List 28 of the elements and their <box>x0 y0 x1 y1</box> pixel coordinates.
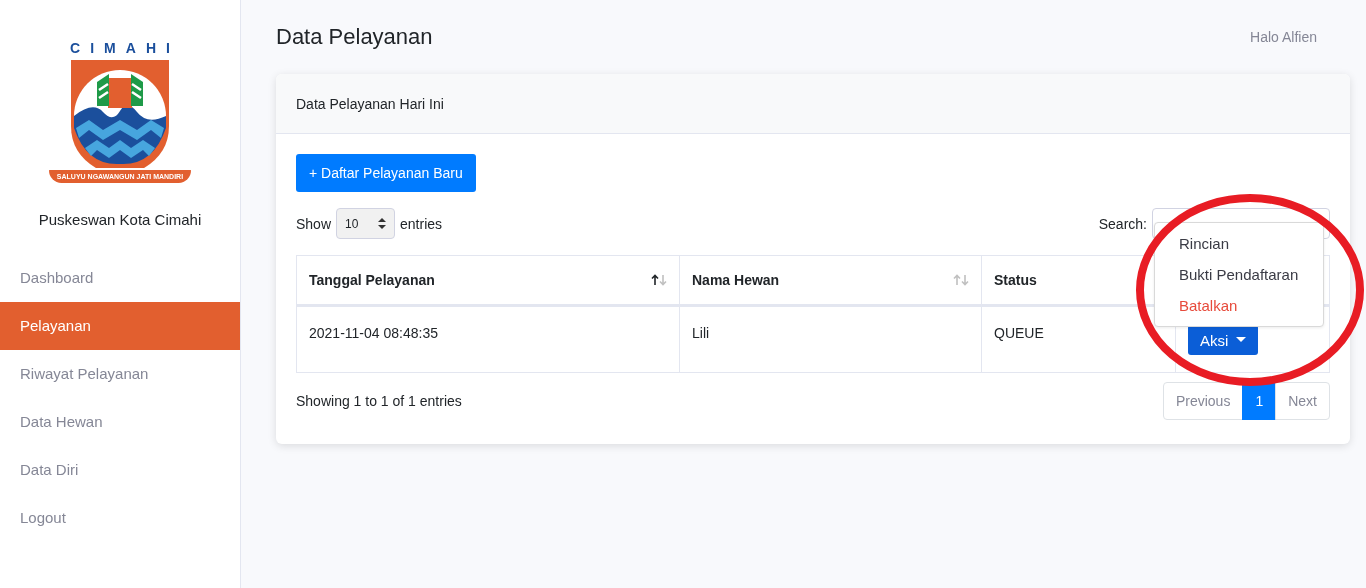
caret-icon <box>1236 337 1247 343</box>
page-title: Data Pelayanan <box>276 24 433 50</box>
sidebar-item[interactable]: Data Diri <box>0 446 240 494</box>
city-name: CIMAHI <box>70 40 180 56</box>
pagination-link[interactable]: Previous <box>1162 382 1244 420</box>
sidebar-item[interactable]: Riwayat Pelayanan <box>0 350 240 398</box>
action-button[interactable]: Aksi <box>1188 325 1259 355</box>
sort-icon[interactable] <box>651 274 667 286</box>
spinner-icon <box>378 218 387 229</box>
column-header[interactable]: Tanggal Pelayanan <box>296 255 680 306</box>
show-label: Show <box>296 215 332 232</box>
sidebar-item[interactable]: Logout <box>0 494 240 542</box>
pagination-link[interactable]: 1 <box>1242 382 1277 420</box>
search-label: Search: <box>1098 215 1147 232</box>
table-cell: Lili <box>679 305 982 373</box>
sidebar-item[interactable]: Dashboard <box>0 254 240 302</box>
column-header[interactable]: Nama Hewan <box>679 255 982 306</box>
entries-label: entries <box>400 215 443 232</box>
card-header: Data Pelayanan Hari Ini <box>276 74 1350 134</box>
sidebar-item[interactable]: Pelayanan <box>0 302 240 350</box>
table-info: Showing 1 to 1 of 1 entries <box>296 393 462 409</box>
user-greeting[interactable]: Halo Alfien <box>1250 29 1317 45</box>
app-name: Puskeswan Kota Cimahi <box>37 211 203 228</box>
add-service-button[interactable]: + Daftar Pelayanan Baru <box>296 154 476 192</box>
table-cell: 2021-11-04 08:48:35 <box>296 305 680 373</box>
entries-select[interactable]: 10 <box>336 208 396 239</box>
pagination-link[interactable]: Next <box>1275 382 1330 420</box>
sidebar-item[interactable]: Data Hewan <box>0 398 240 446</box>
